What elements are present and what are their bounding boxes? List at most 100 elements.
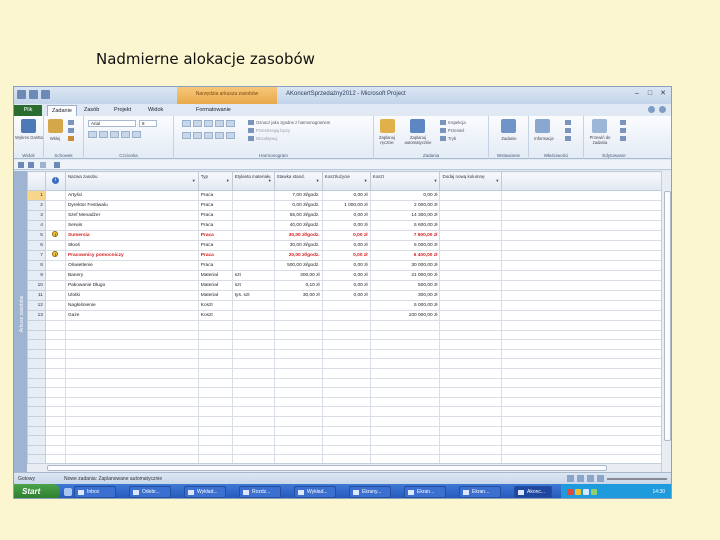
save-small-icon[interactable] bbox=[18, 162, 24, 168]
empty-cell[interactable] bbox=[197, 320, 233, 331]
vertical-scrollbar[interactable] bbox=[661, 171, 671, 472]
empty-cell[interactable] bbox=[321, 348, 371, 360]
material-label-cell[interactable] bbox=[231, 240, 275, 251]
auto-schedule-icon[interactable] bbox=[410, 119, 425, 133]
std-rate-cell[interactable]: 20,00 zł/godz. bbox=[273, 250, 323, 261]
empty-cell[interactable] bbox=[439, 240, 503, 251]
empty-cell[interactable] bbox=[197, 358, 233, 369]
empty-cell[interactable] bbox=[273, 348, 323, 360]
material-label-cell[interactable] bbox=[231, 200, 275, 211]
table-row[interactable]: 2 Dyrektor Festiwalu Praca 0,00 zł/godz. 1 0… bbox=[27, 200, 671, 211]
empty-cell[interactable] bbox=[501, 415, 671, 427]
type-cell[interactable]: Materiał bbox=[197, 280, 233, 291]
gantt-view-icon[interactable] bbox=[567, 475, 574, 482]
empty-row[interactable] bbox=[27, 435, 671, 446]
select-all-cell[interactable] bbox=[27, 171, 46, 191]
empty-cell[interactable] bbox=[231, 406, 275, 417]
empty-cell[interactable] bbox=[64, 425, 199, 437]
empty-cell[interactable] bbox=[197, 425, 233, 437]
fill-color-icon[interactable] bbox=[121, 131, 130, 138]
material-label-cell[interactable] bbox=[231, 230, 275, 241]
gantt-chart-icon[interactable] bbox=[21, 119, 36, 133]
table-row[interactable]: 11 Ulotki Materiał tys. szt 30,00 zł 0,00 zł 3… bbox=[27, 290, 671, 301]
empty-cell[interactable] bbox=[231, 425, 275, 437]
row-number[interactable]: 8 bbox=[27, 260, 46, 271]
empty-cell[interactable] bbox=[44, 396, 66, 408]
empty-cell[interactable] bbox=[369, 358, 441, 369]
std-rate-cell[interactable]: 55,00 zł/godz. bbox=[273, 210, 323, 221]
underline-icon[interactable] bbox=[110, 131, 119, 138]
empty-cell[interactable] bbox=[369, 435, 441, 446]
indicator-cell[interactable] bbox=[44, 190, 66, 201]
filter-arrow-icon[interactable]: ▼ bbox=[192, 178, 196, 183]
progress-75-icon[interactable] bbox=[215, 120, 224, 127]
tab-resource[interactable]: Zasób bbox=[80, 105, 103, 116]
cost-per-use-cell[interactable]: 0,00 zł bbox=[321, 260, 371, 271]
table-row[interactable]: 3 Szef Menadżer Praca 55,00 zł/godz. 0,00 zł… bbox=[27, 210, 671, 221]
minimize-ribbon-icon[interactable] bbox=[648, 106, 655, 113]
cost-per-use-cell[interactable]: 0,00 zł bbox=[321, 250, 371, 261]
cost-cell[interactable]: 300,00 zł bbox=[369, 290, 441, 301]
browser-icon[interactable] bbox=[64, 488, 72, 496]
empty-cell[interactable] bbox=[501, 435, 671, 446]
cost-cell[interactable]: 100 000,00 zł bbox=[369, 310, 441, 321]
empty-cell[interactable] bbox=[369, 329, 441, 341]
empty-cell[interactable] bbox=[231, 415, 275, 427]
help-icon[interactable] bbox=[659, 106, 666, 113]
tab-task[interactable]: Zadanie bbox=[47, 105, 77, 116]
indicator-cell[interactable] bbox=[44, 280, 66, 291]
cost-cell[interactable]: 21 000,00 zł bbox=[369, 270, 441, 281]
empty-cell[interactable] bbox=[369, 425, 441, 437]
move-button[interactable]: Przenieś bbox=[440, 128, 464, 133]
row-number[interactable] bbox=[27, 348, 46, 360]
empty-cell[interactable] bbox=[439, 329, 503, 341]
cost-cell[interactable]: 7 600,00 zł bbox=[369, 230, 441, 241]
table-row[interactable]: 13 Gaże Koszt 100 000,00 zł bbox=[27, 310, 671, 321]
link-icon[interactable] bbox=[204, 132, 213, 139]
progress-0-icon[interactable] bbox=[182, 120, 191, 127]
filter-arrow-icon[interactable]: ▼ bbox=[268, 178, 272, 183]
save-icon[interactable] bbox=[29, 90, 38, 99]
std-rate-cell[interactable]: 30,00 zł/godz. bbox=[273, 230, 323, 241]
resource-name-cell[interactable]: Szef Menadżer bbox=[64, 210, 199, 221]
std-rate-cell[interactable] bbox=[273, 300, 323, 311]
cost-cell[interactable]: 5 000,00 zł bbox=[369, 300, 441, 311]
empty-cell[interactable] bbox=[439, 406, 503, 417]
empty-cell[interactable] bbox=[439, 220, 503, 231]
type-cell[interactable]: Praca bbox=[197, 230, 233, 241]
indent-icon[interactable] bbox=[193, 132, 202, 139]
empty-cell[interactable] bbox=[321, 358, 371, 369]
row-number[interactable]: 7 bbox=[27, 250, 46, 261]
empty-cell[interactable] bbox=[439, 435, 503, 446]
empty-cell[interactable] bbox=[321, 425, 371, 437]
row-number[interactable]: 3 bbox=[27, 210, 46, 221]
empty-cell[interactable] bbox=[321, 406, 371, 417]
cost-per-use-cell[interactable]: 0,00 zł bbox=[321, 220, 371, 231]
empty-cell[interactable] bbox=[231, 329, 275, 341]
empty-cell[interactable] bbox=[231, 358, 275, 369]
respect-links-button[interactable]: Przestrzegaj łączy bbox=[248, 128, 290, 133]
type-cell[interactable]: Praca bbox=[197, 260, 233, 271]
empty-cell[interactable] bbox=[231, 377, 275, 389]
scroll-to-task-icon[interactable] bbox=[592, 119, 607, 133]
empty-cell[interactable] bbox=[197, 444, 233, 456]
resource-name-cell[interactable]: Ulotki bbox=[64, 290, 199, 301]
zoom-slider[interactable] bbox=[607, 477, 667, 480]
empty-cell[interactable] bbox=[501, 377, 671, 389]
empty-cell[interactable] bbox=[439, 290, 503, 301]
empty-row[interactable] bbox=[27, 387, 671, 398]
empty-cell[interactable] bbox=[231, 387, 275, 398]
material-label-cell[interactable] bbox=[231, 260, 275, 271]
context-tab[interactable]: Narzędzia arkusza zasobów bbox=[177, 87, 277, 104]
row-number[interactable]: 6 bbox=[27, 240, 46, 251]
empty-cell[interactable] bbox=[273, 320, 323, 331]
empty-cell[interactable] bbox=[273, 377, 323, 389]
inactivate-button[interactable]: Dezaktywuj bbox=[248, 136, 277, 141]
empty-cell[interactable] bbox=[197, 348, 233, 360]
details-icon[interactable] bbox=[565, 128, 571, 133]
cost-cell[interactable]: 6 000,00 zł bbox=[369, 240, 441, 251]
manual-schedule-icon[interactable] bbox=[380, 119, 395, 133]
empty-cell[interactable] bbox=[501, 270, 671, 281]
empty-cell[interactable] bbox=[439, 230, 503, 241]
material-label-cell[interactable] bbox=[231, 220, 275, 231]
